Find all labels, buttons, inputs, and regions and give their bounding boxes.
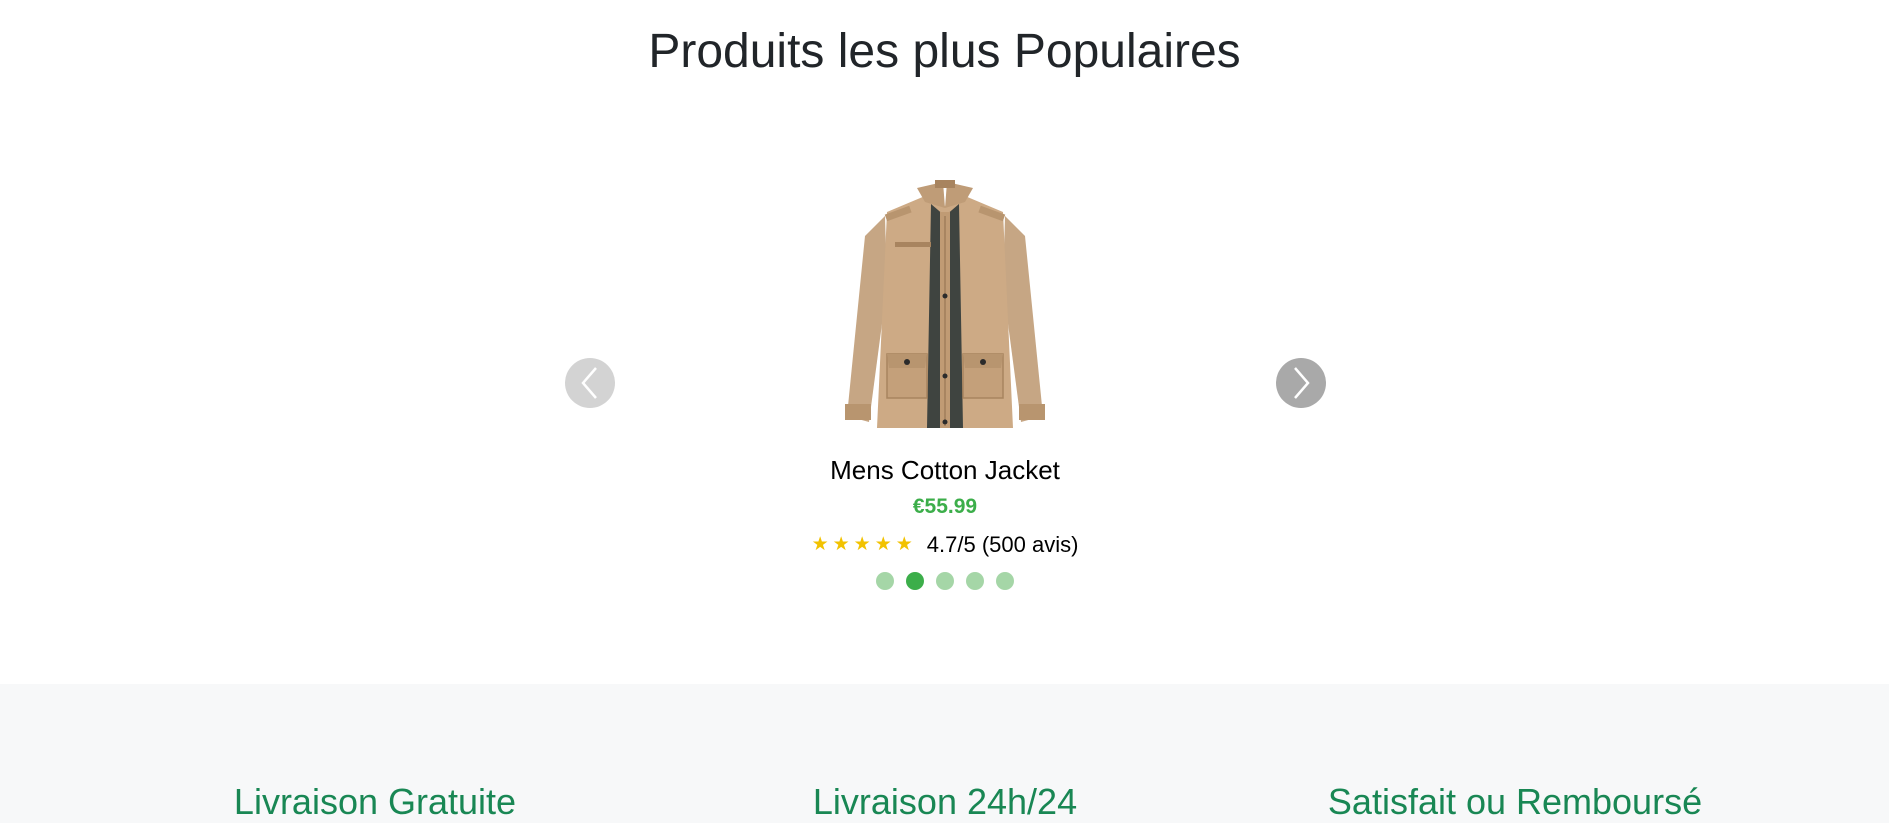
- feature-24h-delivery: Livraison 24h/24: [812, 781, 1078, 822]
- star-icon: ★: [853, 534, 871, 555]
- product-carousel: Mens Cotton Jacket €55.99 ★ ★ ★ ★ ★ 4.7/…: [0, 150, 1889, 610]
- star-icon: ★: [832, 534, 850, 555]
- carousel-dot-2[interactable]: [906, 572, 924, 590]
- feature-money-back: Satisfait ou Remboursé: [1327, 781, 1703, 822]
- chevron-left-icon: [581, 367, 597, 399]
- carousel-next-button[interactable]: [1276, 358, 1326, 408]
- carousel-dot-4[interactable]: [966, 572, 984, 590]
- product-name[interactable]: Mens Cotton Jacket: [795, 454, 1095, 486]
- carousel-dot-1[interactable]: [876, 572, 894, 590]
- carousel-slide[interactable]: Mens Cotton Jacket €55.99 ★ ★ ★ ★ ★ 4.7/…: [795, 150, 1095, 590]
- carousel-prev-button[interactable]: [565, 358, 615, 408]
- features-section: Livraison Gratuite Livraison 24h/24 Sati…: [0, 684, 1889, 823]
- section-title: Produits les plus Populaires: [648, 25, 1241, 78]
- chevron-right-icon: [1294, 367, 1310, 399]
- star-icon: ★: [811, 534, 829, 555]
- rating-stars: ★ ★ ★ ★ ★: [812, 532, 913, 558]
- feature-free-delivery: Livraison Gratuite: [233, 781, 517, 822]
- jacket-image[interactable]: [825, 176, 1065, 428]
- carousel-indicators: [795, 572, 1095, 590]
- carousel-dot-3[interactable]: [936, 572, 954, 590]
- product-price: €55.99: [912, 495, 978, 518]
- star-icon: ★: [874, 534, 892, 555]
- star-icon: ★: [895, 534, 913, 555]
- carousel-dot-5[interactable]: [996, 572, 1014, 590]
- product-rating: ★ ★ ★ ★ ★ 4.7/5 (500 avis): [795, 532, 1095, 558]
- rating-text: 4.7/5 (500 avis): [926, 532, 1079, 557]
